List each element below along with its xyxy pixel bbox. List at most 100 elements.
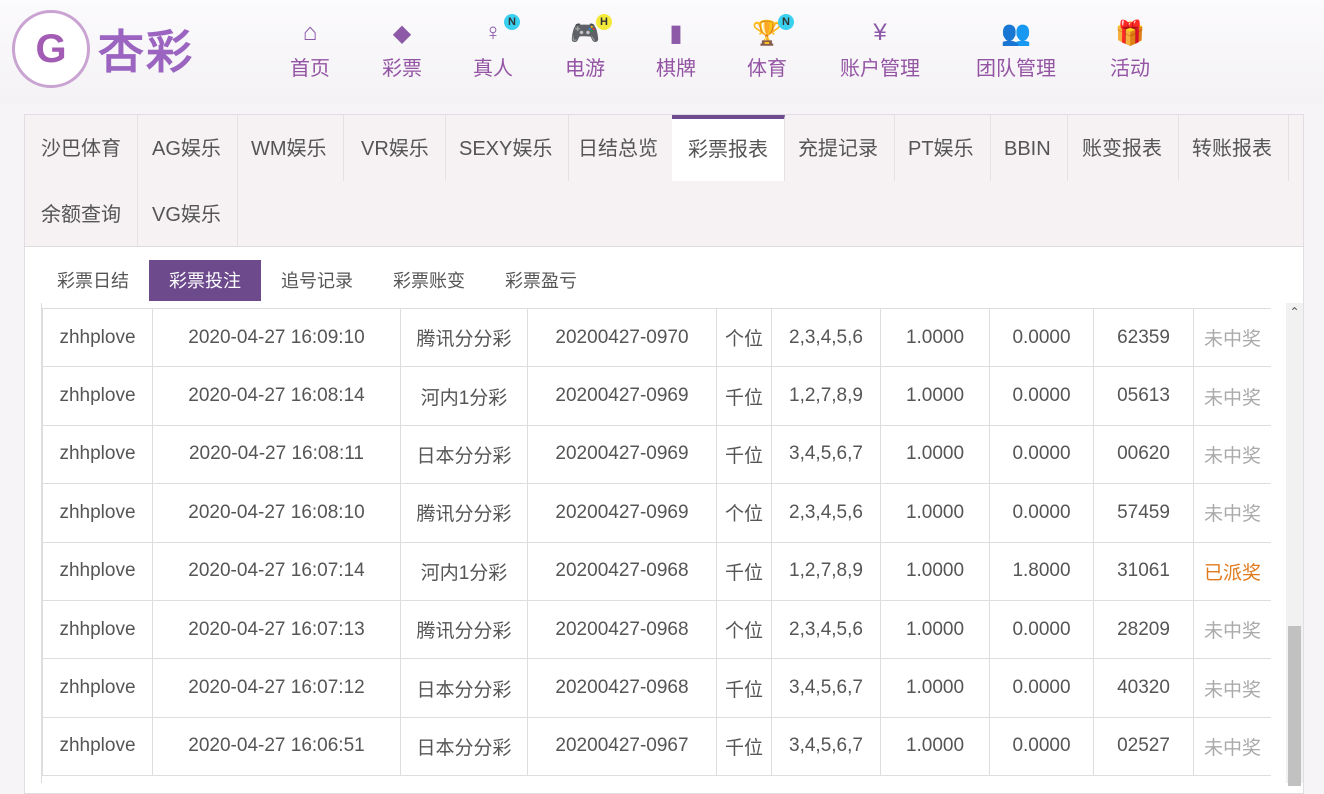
cell-status: 未中奖: [1193, 483, 1271, 543]
subtab-4[interactable]: 彩票盈亏: [485, 260, 597, 301]
cell-lottery-name: 腾讯分分彩: [400, 599, 528, 660]
cell-status: 未中奖: [1193, 599, 1271, 660]
cell-draw-number: 40320: [1093, 658, 1194, 718]
cell-amount: 1.0000: [880, 307, 990, 368]
cell-amount: 1.0000: [880, 599, 990, 660]
tab-2[interactable]: WM娱乐: [235, 115, 344, 181]
cell-draw-number: 57459: [1093, 483, 1194, 543]
cell-status: 未中奖: [1193, 366, 1271, 426]
tab-11[interactable]: 转账报表: [1176, 115, 1289, 181]
gamepad-icon: 🎮 H: [570, 14, 612, 48]
tab-0[interactable]: 沙巴体育: [25, 115, 138, 181]
badge: H: [596, 14, 612, 30]
nav-item-0[interactable]: ⌂ 首页: [290, 18, 330, 81]
table-row: zhhplove 2020-04-27 16:07:14 河内1分彩 20200427…: [42, 541, 1271, 601]
cell-username: zhhplove: [42, 424, 153, 485]
cell-position: 个位: [716, 599, 772, 660]
nav-label: 棋牌: [656, 58, 696, 80]
cell-bet-time: 2020-04-27 16:08:11: [152, 424, 401, 485]
cell-amount: 1.0000: [880, 483, 990, 543]
cell-payout: 0.0000: [989, 716, 1094, 777]
logo-text: 杏彩: [98, 26, 194, 78]
cell-bet-numbers: 3,4,5,6,7: [771, 716, 881, 777]
cell-status: 未中奖: [1193, 424, 1271, 485]
scrollbar[interactable]: ⌃: [1286, 303, 1303, 786]
trophy-icon: 🏆 N: [752, 14, 794, 48]
table-row: zhhplove 2020-04-27 16:08:10 腾讯分分彩 20200427…: [42, 483, 1271, 543]
cell-position: 千位: [716, 424, 772, 485]
table-row: zhhplove 2020-04-27 16:08:14 河内1分彩 20200427…: [42, 366, 1271, 426]
table-row: zhhplove 2020-04-27 16:09:10 腾讯分分彩 20200427…: [42, 307, 1271, 368]
subtab-2[interactable]: 追号记录: [261, 260, 373, 301]
tab-5[interactable]: 日结总览: [562, 115, 675, 181]
cell-status: 未中奖: [1193, 307, 1271, 368]
cell-draw-number: 05613: [1093, 366, 1194, 426]
cell-bet-time: 2020-04-27 16:08:14: [152, 366, 401, 426]
subtab-3[interactable]: 彩票账变: [373, 260, 485, 301]
nav-item-3[interactable]: 🎮 H 电游: [565, 14, 612, 81]
cell-issue: 20200427-0968: [527, 658, 717, 718]
cell-payout: 0.0000: [989, 658, 1094, 718]
cell-bet-numbers: 3,4,5,6,7: [771, 424, 881, 485]
cell-bet-numbers: 2,3,4,5,6: [771, 307, 881, 368]
logo[interactable]: G 杏彩: [12, 10, 194, 88]
home-icon: ⌂: [302, 19, 318, 46]
tab-6[interactable]: 彩票报表: [672, 115, 785, 181]
scrollbar-thumb[interactable]: [1288, 626, 1301, 786]
cell-bet-numbers: 2,3,4,5,6: [771, 483, 881, 543]
cell-issue: 20200427-0967: [527, 716, 717, 777]
tab-13[interactable]: VG娱乐: [136, 181, 238, 247]
live-dealer-icon: ♀ N: [478, 14, 520, 48]
nav-item-5[interactable]: 🏆 N 体育: [747, 14, 794, 81]
cell-position: 千位: [716, 366, 772, 426]
subtab-0[interactable]: 彩票日结: [37, 260, 149, 301]
nav-label: 首页: [290, 58, 330, 80]
nav-item-1[interactable]: ◆ 彩票: [382, 18, 422, 81]
cell-payout: 1.8000: [989, 541, 1094, 601]
cell-issue: 20200427-0969: [527, 424, 717, 485]
nav-item-4[interactable]: ▮ 棋牌: [656, 18, 696, 81]
tab-8[interactable]: PT娱乐: [892, 115, 991, 181]
tab-3[interactable]: VR娱乐: [345, 115, 446, 181]
cell-bet-time: 2020-04-27 16:07:13: [152, 599, 401, 660]
tab-9[interactable]: BBIN: [988, 115, 1068, 181]
cell-position: 千位: [716, 658, 772, 718]
cell-bet-numbers: 1,2,7,8,9: [771, 366, 881, 426]
badge: N: [778, 14, 794, 30]
cell-draw-number: 31061: [1093, 541, 1194, 601]
nav-label: 活动: [1110, 58, 1150, 80]
nav-item-8[interactable]: 🎁 活动: [1110, 18, 1150, 81]
cell-lottery-name: 河内1分彩: [400, 366, 528, 426]
cell-amount: 1.0000: [880, 658, 990, 718]
cell-bet-numbers: 2,3,4,5,6: [771, 599, 881, 660]
cell-payout: 0.0000: [989, 366, 1094, 426]
cell-lottery-name: 腾讯分分彩: [400, 483, 528, 543]
tab-7[interactable]: 充提记录: [782, 115, 895, 181]
cell-payout: 0.0000: [989, 483, 1094, 543]
cell-position: 千位: [716, 541, 772, 601]
subtab-1[interactable]: 彩票投注: [149, 260, 261, 301]
nav-item-7[interactable]: 👥 团队管理: [976, 18, 1056, 81]
tab-10[interactable]: 账变报表: [1066, 115, 1179, 181]
badge: N: [504, 14, 520, 30]
cell-payout: 0.0000: [989, 424, 1094, 485]
cell-position: 千位: [716, 716, 772, 777]
tab-12[interactable]: 余额查询: [25, 181, 138, 247]
cell-lottery-name: 日本分分彩: [400, 716, 528, 777]
cell-amount: 1.0000: [880, 424, 990, 485]
nav-item-6[interactable]: ¥ 账户管理: [840, 18, 920, 81]
cell-username: zhhplove: [42, 366, 153, 426]
cell-lottery-name: 日本分分彩: [400, 424, 528, 485]
table-row: zhhplove 2020-04-27 16:07:12 日本分分彩 20200427…: [42, 658, 1271, 718]
cell-amount: 1.0000: [880, 366, 990, 426]
nav-item-2[interactable]: ♀ N 真人: [473, 14, 520, 81]
cell-issue: 20200427-0969: [527, 366, 717, 426]
cards-icon: ▮: [669, 19, 683, 47]
tab-1[interactable]: AG娱乐: [136, 115, 238, 181]
report-panel: 沙巴体育 AG娱乐 WM娱乐 VR娱乐 SEXY娱乐 日结总览 彩票报表 充提记录 PT娱乐 BB…: [24, 114, 1304, 794]
nav-label: 体育: [747, 58, 787, 80]
scroll-up-icon[interactable]: ⌃: [1286, 303, 1303, 321]
table-row: zhhplove 2020-04-27 16:08:11 日本分分彩 20200427…: [42, 424, 1271, 485]
tab-4[interactable]: SEXY娱乐: [443, 115, 570, 181]
cell-payout: 0.0000: [989, 307, 1094, 368]
